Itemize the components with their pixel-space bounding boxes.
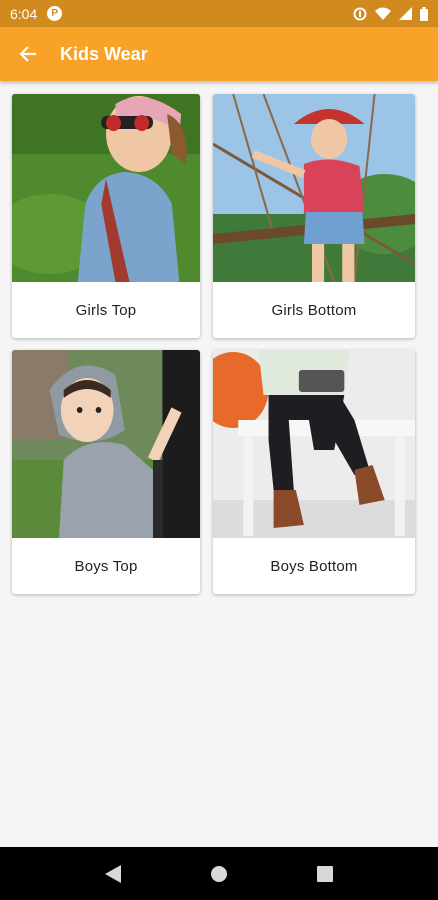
- notification-app-icon: P: [47, 6, 63, 21]
- signal-icon: [399, 7, 412, 20]
- girls-bottom-image: [213, 94, 415, 282]
- boys-top-image: [12, 350, 200, 538]
- page-title: Kids Wear: [60, 43, 148, 64]
- boys-bottom-image: [213, 350, 415, 538]
- nav-back-button[interactable]: [93, 854, 133, 894]
- category-grid: Girls Top Girls Bottom Boys Top Boys Bot…: [12, 94, 426, 594]
- nav-recents-button[interactable]: [305, 854, 345, 894]
- girls-top-image: [12, 94, 200, 282]
- card-label: Girls Bottom: [271, 301, 357, 319]
- wifi-icon: [375, 7, 391, 20]
- data-saver-icon: [353, 7, 367, 20]
- category-card-girls-top[interactable]: Girls Top: [12, 94, 200, 338]
- arrow-back-icon: [19, 46, 36, 62]
- category-card-boys-top[interactable]: Boys Top: [12, 350, 200, 594]
- status-icons: [353, 6, 428, 21]
- category-card-girls-bottom[interactable]: Girls Bottom: [213, 94, 415, 338]
- back-button[interactable]: [0, 27, 56, 81]
- category-card-boys-bottom[interactable]: Boys Bottom: [213, 350, 415, 594]
- battery-icon: [420, 6, 428, 21]
- card-label: Girls Top: [75, 301, 137, 319]
- app-bar: Kids Wear: [0, 27, 438, 81]
- card-label: Boys Bottom: [270, 557, 358, 575]
- back-triangle-icon: [105, 864, 121, 883]
- status-bar: 6:04 P: [0, 0, 438, 27]
- notification-app-glyph: P: [51, 8, 59, 19]
- card-label: Boys Top: [74, 557, 138, 575]
- nav-home-button[interactable]: [199, 854, 239, 894]
- status-time: 6:04: [10, 5, 38, 22]
- home-circle-icon: [211, 865, 227, 882]
- system-nav-bar: [0, 847, 438, 900]
- recents-square-icon: [317, 865, 333, 882]
